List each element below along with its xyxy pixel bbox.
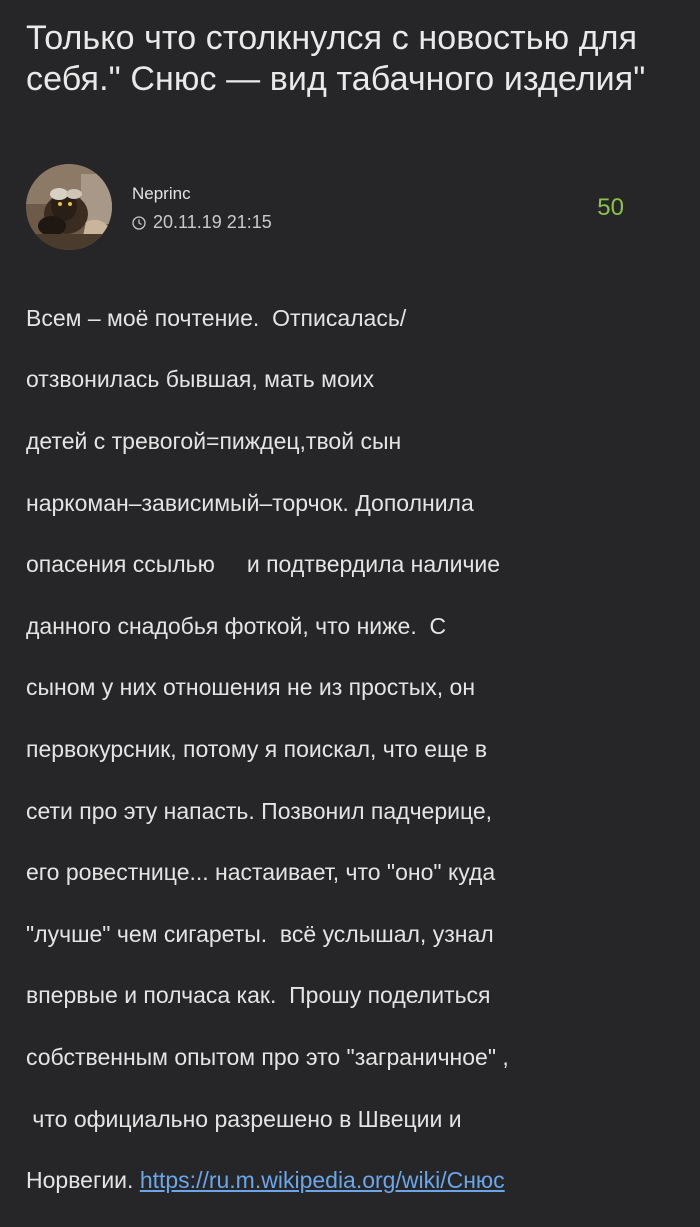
post-body: Всем – моё почтение. Отписалась/ отзвони… [26, 272, 686, 1227]
post-datetime-text: 20.11.19 21:15 [153, 212, 272, 232]
post-rating[interactable]: 50 [597, 194, 624, 222]
clock-icon [132, 215, 146, 230]
author-avatar[interactable] [26, 164, 112, 250]
body-line: первокурсник, потому я поискал, что еще … [26, 735, 488, 762]
body-line: "лучше" чем сигареты. всё услышал, узнал [26, 920, 494, 947]
body-line-text: Норвегии. [26, 1167, 140, 1194]
body-line: отзвонилась бывшая, мать моих [26, 366, 375, 393]
body-line: что официально разрешено в Швеции и [26, 1105, 462, 1132]
goat-avatar-icon [26, 164, 112, 250]
body-line: его ровестнице... настаивает, что "оно" … [26, 859, 496, 886]
body-line: Всем – моё почтение. Отписалась/ [26, 304, 407, 331]
author-name[interactable]: Neprinc [132, 184, 191, 204]
body-line: собственным опытом про это "заграничное"… [26, 1043, 509, 1070]
body-line: впервые и полчаса как. Прошу поделиться [26, 982, 491, 1009]
body-line: опасения ссылью и подтвердила наличие [26, 551, 501, 578]
body-line: сети про эту напасть. Позвонил падчерице… [26, 797, 493, 824]
body-line-last: Норвегии. https://ru.m.wikipedia.org/wik… [26, 1165, 686, 1196]
post-datetime: 20.11.19 21:15 [132, 212, 272, 233]
post-title: Только что столкнулся с новостью для себ… [26, 19, 646, 98]
body-line: сыном у них отношения не из простых, он [26, 674, 476, 701]
body-line: наркоман–зависимый–торчок. Дополнила [26, 489, 474, 516]
wikipedia-link[interactable]: https://ru.m.wikipedia.org/wiki/Снюс [140, 1167, 505, 1193]
body-line: детей с тревогой=пиждец,твой сын [26, 427, 402, 454]
post-header: Neprinc 20.11.19 21:15 50 [26, 164, 676, 252]
body-line: данного снадобья фоткой, что ниже. С [26, 612, 447, 639]
